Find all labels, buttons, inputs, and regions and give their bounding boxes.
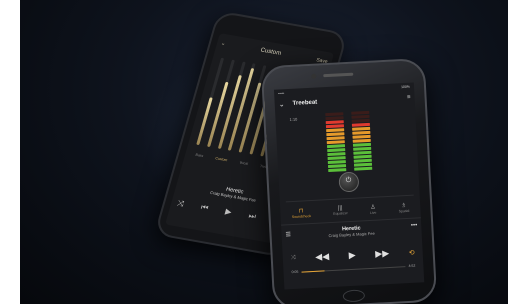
front-phone: ••••• 100% ⌄ Treebeat ≡ 1:10 ⏻ ⊓ Soundche… (260, 57, 438, 304)
shuffle-icon[interactable]: ⤨ (291, 255, 296, 262)
elapsed-time: 0:05 (291, 269, 299, 275)
tab-equalizer[interactable]: ||| Equalizer (333, 205, 348, 216)
tab-label: Live (369, 210, 377, 215)
right-channel-meter (351, 110, 373, 172)
previous-icon[interactable]: ⏮ (200, 203, 210, 214)
tab-label: Spatial (398, 208, 410, 213)
total-time: 4:52 (408, 263, 416, 268)
next-icon[interactable]: ▶▶ (375, 248, 389, 260)
next-icon[interactable]: ⏭ (247, 211, 258, 222)
eq-slider-fill (206, 81, 229, 148)
progress-fill (301, 270, 325, 273)
tab-label: Soundcheck (291, 213, 312, 219)
eq-slider-fill (238, 82, 262, 153)
screen-title: Treebeat (292, 99, 318, 107)
tab-label: Vocal (238, 160, 249, 166)
repeat-icon[interactable]: ⟲ (409, 248, 415, 256)
meter-segment (354, 166, 373, 171)
tab-label: Bass (195, 152, 204, 158)
level-meter-panel: 1:10 ⏻ (281, 104, 414, 203)
chevron-down-icon[interactable]: ⌄ (279, 100, 285, 108)
chevron-down-icon[interactable]: ⌄ (220, 41, 226, 48)
signal-indicator: ••••• (278, 91, 285, 96)
progress-track[interactable] (301, 266, 406, 273)
menu-icon[interactable]: ≡ (407, 95, 411, 101)
front-phone-screen: ••••• 100% ⌄ Treebeat ≡ 1:10 ⏻ ⊓ Soundche… (273, 82, 425, 290)
tab-label: Equalizer (333, 211, 348, 216)
tab-live[interactable]: ♙ Live (370, 203, 377, 214)
play-icon[interactable]: ▶ (348, 250, 355, 261)
product-scene: ⌄ Custom Save Bass Custom Vocal Treble R… (20, 0, 508, 304)
more-icon[interactable]: ••• (411, 222, 418, 228)
previous-icon[interactable]: ◀◀ (315, 251, 329, 263)
tab-bass[interactable]: Bass (191, 153, 204, 174)
power-icon: ⏻ (345, 176, 352, 185)
meter-segment (328, 168, 347, 173)
speaker-grille (323, 72, 354, 78)
left-channel-meter (325, 112, 347, 173)
tab-soundcheck[interactable]: ⊓ Soundcheck (291, 207, 311, 219)
play-icon[interactable]: ▶ (224, 207, 233, 218)
queue-icon[interactable]: ☰ (285, 231, 291, 238)
preset-title[interactable]: Custom (260, 47, 282, 56)
camera-dot (311, 73, 317, 79)
battery-indicator: 100% (400, 84, 411, 90)
shuffle-icon[interactable]: ⤨ (176, 198, 185, 209)
tab-vocal[interactable]: Vocal (234, 160, 249, 181)
stereo-level-meters (325, 110, 373, 173)
tab-custom[interactable]: Custom (210, 156, 228, 177)
meter-scale-label: 1:10 (289, 116, 298, 123)
volume-knob[interactable]: ⏻ (338, 171, 360, 193)
tab-label: Custom (214, 156, 228, 163)
tab-spatial[interactable]: ♗ Spatial (398, 201, 410, 213)
home-button[interactable] (342, 289, 366, 303)
